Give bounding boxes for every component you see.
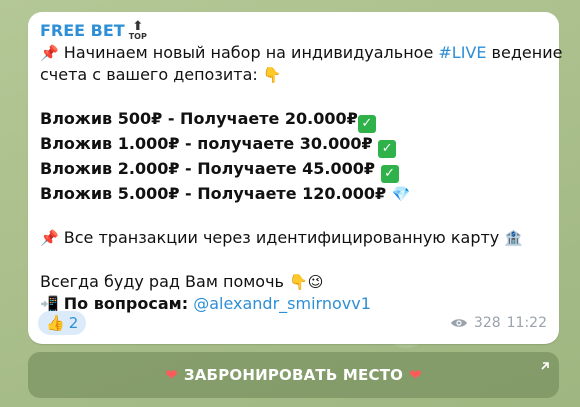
check-mark-icon: ✓ bbox=[380, 165, 399, 183]
offer-line: Вложив 2.000₽ - Получаете 45.000₽ ✓ bbox=[40, 158, 547, 183]
top-arrow-icon: ⬆ TOP bbox=[128, 19, 147, 41]
offer-line: Вложив 1.000₽ - получаете 30.000₽ ✓ bbox=[40, 133, 547, 158]
diamond-icon: 💎 bbox=[391, 185, 411, 203]
message-text: 📌 Начинаем новый набор на индивидуальное… bbox=[40, 42, 563, 315]
check-mark-icon: ✓ bbox=[357, 115, 376, 133]
pushpin-icon: 📌 bbox=[40, 44, 59, 62]
sender-name[interactable]: FREE BET ⬆ TOP bbox=[40, 20, 547, 42]
message-time: 11:22 bbox=[506, 315, 547, 331]
offer-line: Вложив 500₽ - Получаете 20.000₽ ✓ bbox=[40, 108, 547, 133]
pointing-down-icon: 👇 bbox=[289, 273, 308, 291]
message-meta: 328 11:22 bbox=[450, 315, 547, 331]
pointing-down-icon: 👇 bbox=[262, 66, 282, 84]
eye-icon bbox=[450, 319, 467, 327]
heart-icon: ❤ bbox=[409, 366, 422, 384]
intro-line: 📌 Начинаем новый набор на индивидуальное… bbox=[40, 43, 563, 62]
thumbs-up-icon: 👍 bbox=[46, 314, 65, 332]
reaction-count: 2 bbox=[68, 314, 79, 332]
offer-line: Вложив 5.000₽ - Получаете 120.000₽ 💎 bbox=[40, 184, 411, 203]
intro-line-2: счета с вашего депозита: 👇 bbox=[40, 65, 282, 84]
book-place-button[interactable]: ❤ ЗАБРОНИРОВАТЬ МЕСТО ❤ bbox=[28, 352, 559, 398]
check-mark-icon: ✓ bbox=[378, 140, 397, 158]
wink-icon: 😉 bbox=[307, 273, 324, 291]
external-link-arrow-icon bbox=[541, 362, 549, 370]
reaction-button[interactable]: 👍 2 bbox=[38, 311, 87, 335]
hashtag-link[interactable]: #LIVE bbox=[438, 43, 486, 62]
message-footer: 👍 2 328 11:22 bbox=[38, 310, 547, 336]
help-line: Всегда буду рад Вам помочь 👇😉 bbox=[40, 272, 324, 291]
heart-icon: ❤ bbox=[165, 366, 178, 384]
view-count: 328 bbox=[473, 315, 501, 331]
pushpin-icon: 📌 bbox=[40, 229, 59, 247]
bank-icon: 🏦 bbox=[504, 229, 524, 247]
transactions-line: 📌 Все транзакции через идентифицированну… bbox=[40, 228, 524, 247]
message-bubble[interactable]: FREE BET ⬆ TOP 📌 Начинаем новый набор на… bbox=[28, 12, 563, 344]
